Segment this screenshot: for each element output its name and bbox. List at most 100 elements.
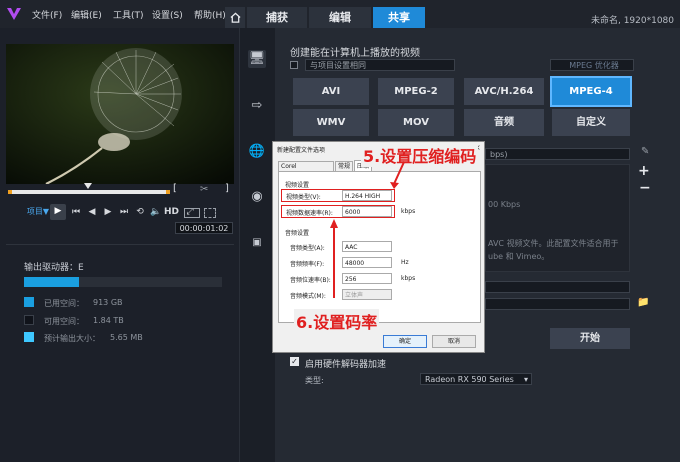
est-label: 预计输出大小： — [44, 334, 100, 343]
menu-file[interactable]: 文件(F) — [32, 8, 62, 21]
audio-bitrate-select[interactable]: 256 — [342, 273, 392, 284]
video-rate-unit: kbps — [401, 208, 416, 215]
timecode-display[interactable]: 00:00:01:02 — [175, 222, 233, 234]
tab-share[interactable]: 共享 — [373, 7, 425, 28]
mark-out-handle[interactable] — [166, 190, 170, 194]
cut-icon[interactable]: ✂ — [200, 184, 208, 195]
disc-icon[interactable]: ◉ — [248, 188, 266, 206]
gpu-type-dropdown[interactable]: Radeon RX 590 Series ▾ — [420, 373, 532, 385]
home-icon — [229, 12, 241, 23]
format-mpeg2-button[interactable]: MPEG-2 — [378, 78, 454, 105]
dialog-cancel-button[interactable]: 取消 — [432, 335, 476, 348]
audio-type-label: 音频类型(A): — [290, 245, 325, 252]
tab-edit[interactable]: 编辑 — [309, 7, 371, 28]
timeline-scrubber[interactable] — [8, 190, 170, 194]
panel-divider — [6, 244, 234, 245]
video-type-select[interactable]: H.264 HIGH — [342, 190, 392, 201]
video-section-label: 视频设置 — [285, 182, 310, 189]
format-mov-button[interactable]: MOV — [378, 109, 454, 136]
audio-mode-label: 音频模式(M): — [290, 293, 326, 300]
free-swatch — [24, 315, 34, 325]
step5-annotation: 5.设置压缩编码 — [361, 143, 479, 167]
repeat-icon[interactable]: ⟲ — [134, 205, 146, 219]
tab-capture[interactable]: 捕获 — [247, 7, 307, 28]
hd-button[interactable]: HD — [164, 205, 179, 219]
mark-in-handle[interactable] — [8, 190, 12, 194]
folder-icon[interactable]: 📁 — [637, 297, 649, 308]
3d-icon[interactable]: ▣ — [248, 234, 266, 252]
play-icon[interactable]: ▶ — [50, 204, 66, 220]
used-swatch — [24, 297, 34, 307]
mpeg-optimizer-button[interactable]: MPEG 优化器 — [550, 59, 634, 71]
menu-edit[interactable]: 编辑(E) — [71, 8, 102, 21]
step5-arrow-icon — [390, 161, 405, 189]
project-info: 未命名, 1920*1080 — [590, 16, 674, 26]
format-custom-button[interactable]: 自定义 — [552, 109, 630, 136]
format-avi-button[interactable]: AVI — [293, 78, 369, 105]
menu-tools[interactable]: 工具(T) — [113, 8, 144, 21]
dandelion-image — [6, 44, 234, 184]
video-preview — [6, 44, 234, 184]
step6-arrow-icon — [330, 219, 338, 298]
step6-annotation: 6.设置码率 — [294, 309, 380, 333]
prev-frame-icon[interactable]: ◀ — [86, 205, 98, 219]
tab-general[interactable]: 常规 — [335, 161, 353, 171]
menu-help[interactable]: 帮助(H) — [194, 8, 226, 21]
project-dropdown[interactable]: 项目▼ — [24, 205, 52, 219]
app-logo-icon — [7, 8, 21, 20]
hw-accel-label: 启用硬件解码器加速 — [305, 360, 387, 370]
home-tab[interactable] — [225, 7, 245, 28]
audio-mode-select[interactable]: 立体声 — [342, 289, 392, 300]
profile-dropdown[interactable]: bps) — [485, 148, 630, 160]
add-profile-icon[interactable]: + — [638, 163, 650, 179]
audio-section-label: 音频设置 — [285, 230, 310, 237]
bracket-close-icon[interactable]: ] — [225, 183, 229, 194]
file-location-input[interactable] — [485, 298, 630, 310]
free-value: 1.84 TB — [93, 316, 124, 325]
menu-bar: 文件(F) 编辑(E) 工具(T) 设置(S) 帮助(H) 捕获 编辑 共享 未… — [0, 0, 680, 28]
format-audio-button[interactable]: 音频 — [464, 109, 544, 136]
crop-icon[interactable] — [204, 208, 216, 218]
audio-type-select[interactable]: AAC — [342, 241, 392, 252]
video-type-label: 视频类型(V): — [286, 194, 321, 201]
web-globe-icon[interactable]: 🌐 — [248, 143, 266, 161]
format-avc-button[interactable]: AVC/H.264 — [464, 78, 544, 105]
volume-icon[interactable]: 🔈 — [150, 205, 162, 219]
dialog-title: 新建配置文件选项 — [277, 147, 326, 154]
gpu-type-value: Radeon RX 590 Series — [425, 375, 514, 384]
start-button[interactable]: 开始 — [550, 328, 630, 349]
menu-settings[interactable]: 设置(S) — [152, 8, 183, 21]
file-name-input[interactable] — [485, 281, 630, 293]
audio-freq-label: 音频频率(F): — [290, 261, 325, 268]
dialog-ok-button[interactable]: 确定 — [383, 335, 427, 348]
computer-icon[interactable]: 🖥 — [248, 50, 266, 68]
same-as-project-checkbox[interactable] — [290, 61, 298, 69]
format-mpeg4-button[interactable]: MPEG-4 — [550, 76, 632, 107]
aspect-icon[interactable] — [184, 208, 200, 218]
est-swatch — [24, 332, 34, 342]
output-drive-label: 输出驱动器：E — [24, 263, 84, 273]
next-frame-icon[interactable]: ▶ — [102, 205, 114, 219]
video-rate-label: 视频数据速率(R): — [286, 210, 333, 217]
free-label: 可用空间： — [44, 317, 84, 326]
video-rate-input[interactable]: 6000 — [342, 206, 392, 217]
remove-profile-icon[interactable]: − — [639, 180, 651, 196]
home-start-icon[interactable]: ⏮ — [70, 205, 82, 219]
audio-freq-unit: Hz — [401, 259, 409, 266]
est-value: 5.65 MB — [110, 333, 143, 342]
bracket-icon[interactable]: [ — [173, 183, 177, 194]
audio-freq-select[interactable]: 48000 — [342, 257, 392, 268]
playback-controls: 项目▼ ▶ ⏮ ◀ ▶ ⏭ ⟲ 🔈 HD ⤢ — [6, 204, 236, 223]
edit-pencil-icon[interactable]: ✎ — [641, 146, 649, 157]
end-icon[interactable]: ⏭ — [118, 205, 130, 219]
type-label: 类型: — [305, 376, 324, 385]
device-profile-dropdown[interactable]: 与项目设置相同 — [305, 59, 455, 71]
desc-line2: ube 和 Vimeo。 — [488, 252, 550, 261]
device-icon[interactable]: ⇨ — [248, 97, 266, 115]
hw-accel-checkbox[interactable]: ✓ — [290, 357, 299, 366]
share-heading: 创建能在计算机上播放的视频 — [290, 48, 420, 59]
disk-usage-bar — [24, 277, 222, 287]
format-wmv-button[interactable]: WMV — [293, 109, 369, 136]
tab-corel[interactable]: Corel VideoStudio — [278, 161, 334, 180]
disk-usage-fill — [24, 277, 80, 287]
